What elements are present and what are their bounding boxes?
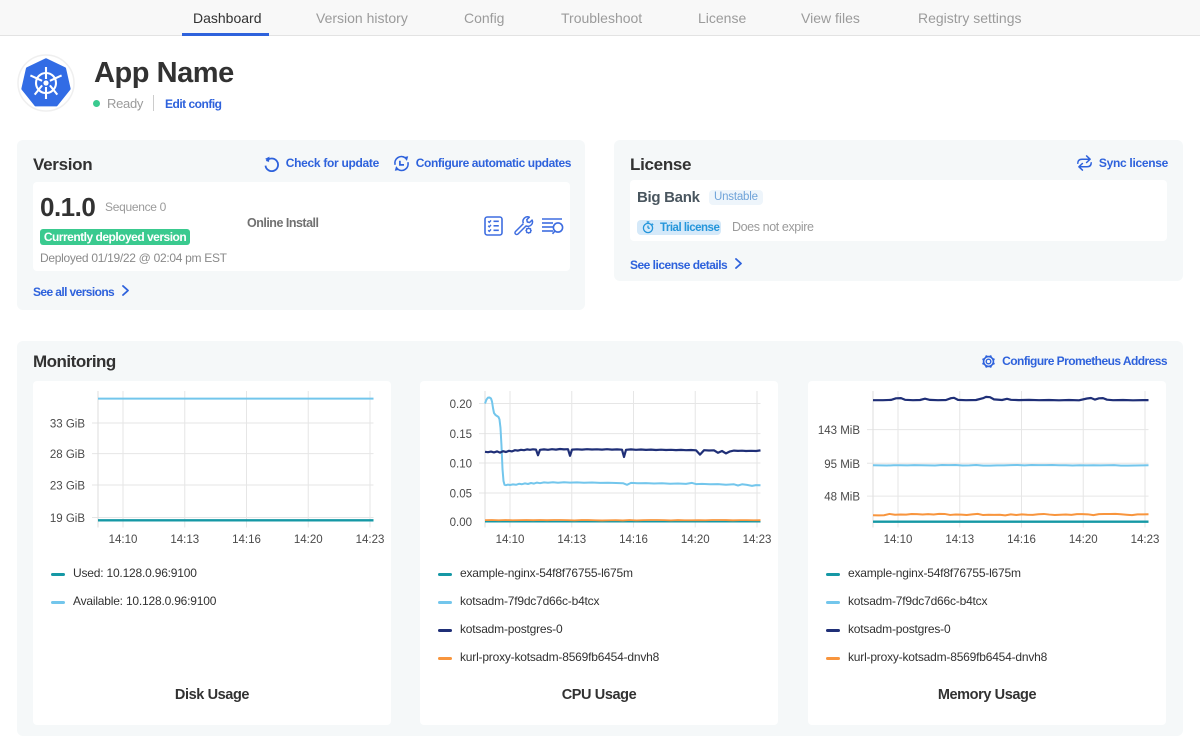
svg-text:0.00: 0.00 (450, 517, 472, 529)
svg-text:48 MiB: 48 MiB (824, 492, 860, 504)
svg-text:14:10: 14:10 (496, 534, 525, 546)
svg-text:19 GiB: 19 GiB (50, 513, 85, 525)
svg-text:23 GiB: 23 GiB (50, 481, 85, 493)
svg-text:14:13: 14:13 (945, 534, 974, 546)
svg-text:14:10: 14:10 (884, 534, 913, 546)
svg-text:14:16: 14:16 (232, 534, 261, 546)
svg-text:14:23: 14:23 (1131, 534, 1160, 546)
svg-text:14:16: 14:16 (1007, 534, 1036, 546)
svg-text:14:23: 14:23 (356, 534, 385, 546)
svg-text:14:20: 14:20 (1069, 534, 1098, 546)
svg-text:28 GiB: 28 GiB (50, 449, 85, 461)
svg-text:14:10: 14:10 (109, 534, 138, 546)
svg-text:0.10: 0.10 (450, 459, 472, 471)
svg-text:14:13: 14:13 (170, 534, 199, 546)
svg-text:14:20: 14:20 (294, 534, 323, 546)
svg-text:14:16: 14:16 (619, 534, 648, 546)
svg-text:0.15: 0.15 (450, 429, 472, 441)
svg-text:14:23: 14:23 (743, 534, 772, 546)
svg-text:0.20: 0.20 (450, 399, 472, 411)
svg-text:33 GiB: 33 GiB (50, 419, 85, 431)
svg-text:0.05: 0.05 (450, 489, 472, 501)
svg-text:14:20: 14:20 (681, 534, 710, 546)
svg-text:143 MiB: 143 MiB (818, 425, 861, 437)
svg-text:14:13: 14:13 (557, 534, 586, 546)
svg-text:95 MiB: 95 MiB (824, 459, 860, 471)
